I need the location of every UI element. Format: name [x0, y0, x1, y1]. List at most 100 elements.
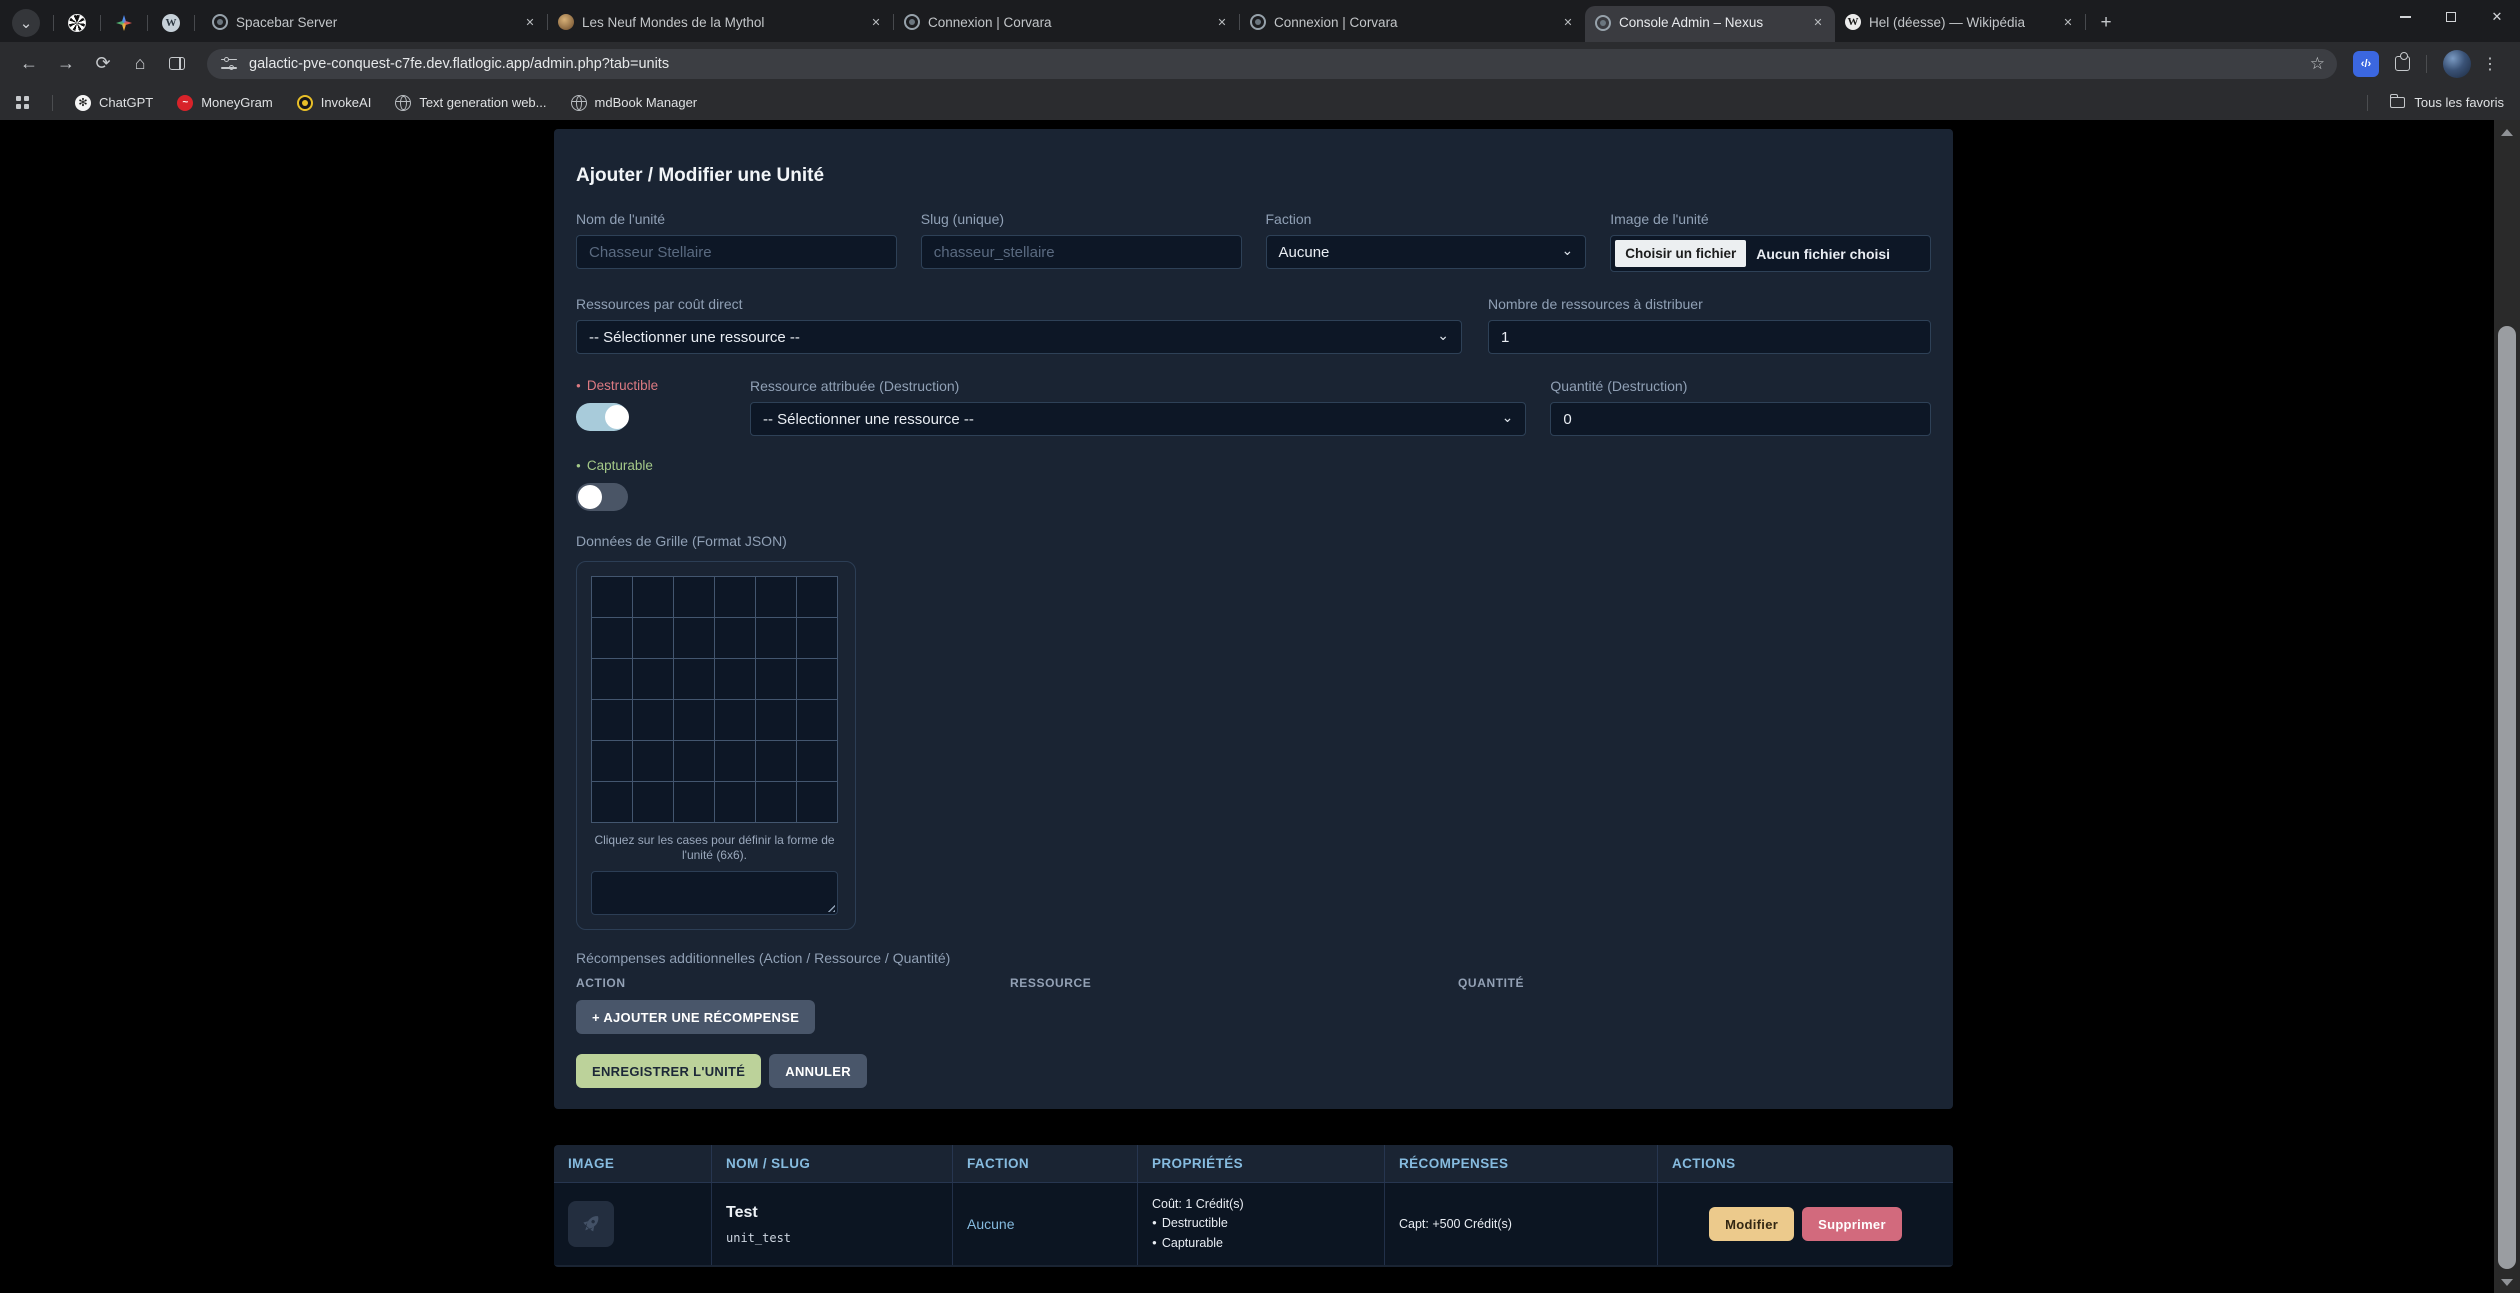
- bookmark-star-icon[interactable]: ☆: [2310, 54, 2325, 74]
- cancel-button[interactable]: ANNULER: [769, 1054, 867, 1088]
- menu-kebab-icon[interactable]: ⋮: [2479, 54, 2501, 74]
- grid-cell[interactable]: [592, 741, 632, 781]
- scroll-down-arrow[interactable]: [2501, 1279, 2513, 1286]
- tab-connexion-corvara-1[interactable]: Connexion | Corvara ✕: [894, 5, 1239, 39]
- file-status-text: Aucun fichier choisi: [1756, 246, 1890, 262]
- destruction-resource-select[interactable]: -- Sélectionner une ressource -- ⌄: [750, 402, 1526, 436]
- close-icon[interactable]: ✕: [1213, 13, 1231, 31]
- grid-cell[interactable]: [674, 782, 714, 822]
- grid-cell[interactable]: [756, 741, 796, 781]
- close-window-button[interactable]: ✕: [2474, 0, 2520, 34]
- tab-search-button[interactable]: ⌄: [12, 9, 40, 37]
- grid-cell[interactable]: [674, 700, 714, 740]
- grid-cell[interactable]: [756, 782, 796, 822]
- grid-cell[interactable]: [715, 700, 755, 740]
- site-settings-icon[interactable]: [221, 58, 237, 70]
- grid-cell[interactable]: [592, 577, 632, 617]
- grid-cell[interactable]: [633, 700, 673, 740]
- grid-cell[interactable]: [756, 659, 796, 699]
- grid-cell[interactable]: [633, 618, 673, 658]
- close-icon[interactable]: ✕: [1559, 13, 1577, 31]
- grid-cell[interactable]: [797, 741, 837, 781]
- vertical-scrollbar[interactable]: [2494, 120, 2520, 1293]
- grid-cell[interactable]: [797, 577, 837, 617]
- grid-cell[interactable]: [797, 618, 837, 658]
- grid-cell[interactable]: [715, 741, 755, 781]
- grid-cell[interactable]: [797, 659, 837, 699]
- add-reward-button[interactable]: + AJOUTER UNE RÉCOMPENSE: [576, 1000, 815, 1034]
- resource-count-input[interactable]: [1488, 320, 1931, 354]
- bookmark-invokeai[interactable]: InvokeAI: [297, 95, 372, 111]
- new-tab-button[interactable]: +: [2092, 9, 2120, 37]
- extensions-puzzle-icon[interactable]: [2395, 56, 2410, 71]
- side-panel-button[interactable]: [162, 49, 192, 79]
- grid-json-textarea[interactable]: [591, 871, 838, 915]
- pinned-tab-gemini[interactable]: [108, 7, 140, 39]
- grid-cell[interactable]: [592, 700, 632, 740]
- grid-cell[interactable]: [592, 618, 632, 658]
- address-bar[interactable]: galactic-pve-conquest-c7fe.dev.flatlogic…: [207, 49, 2337, 79]
- grid-cell[interactable]: [592, 782, 632, 822]
- grid-cell[interactable]: [715, 618, 755, 658]
- bookmark-chatgpt[interactable]: ✻ ChatGPT: [75, 95, 153, 111]
- tab-console-admin-nexus-active[interactable]: Console Admin – Nexus ✕: [1585, 6, 1835, 42]
- close-icon[interactable]: ✕: [2059, 13, 2077, 31]
- grid-cell[interactable]: [756, 577, 796, 617]
- delete-button[interactable]: Supprimer: [1802, 1207, 1902, 1241]
- unit-name-input[interactable]: [576, 235, 897, 269]
- grid-cell[interactable]: [633, 782, 673, 822]
- forward-button[interactable]: →: [51, 49, 81, 79]
- unit-image-file-input[interactable]: Choisir un fichier Aucun fichier choisi: [1610, 235, 1931, 272]
- apps-grid-icon[interactable]: [16, 96, 30, 110]
- bookmark-moneygram[interactable]: ~ MoneyGram: [177, 95, 273, 111]
- resource-direct-select[interactable]: -- Sélectionner une ressource -- ⌄: [576, 320, 1462, 354]
- grid-cell[interactable]: [592, 659, 632, 699]
- scrollbar-thumb[interactable]: [2498, 326, 2516, 1269]
- tab-connexion-corvara-2[interactable]: Connexion | Corvara ✕: [1240, 5, 1585, 39]
- grid-cell[interactable]: [797, 782, 837, 822]
- maximize-button[interactable]: [2428, 0, 2474, 34]
- back-button[interactable]: ←: [14, 49, 44, 79]
- save-unit-button[interactable]: ENREGISTRER L'UNITÉ: [576, 1054, 761, 1088]
- grid-cell[interactable]: [674, 618, 714, 658]
- bookmark-text-generation[interactable]: Text generation web...: [395, 95, 546, 111]
- home-button[interactable]: ⌂: [125, 49, 155, 79]
- tab-hel-wikipedia[interactable]: W Hel (déesse) — Wikipédia ✕: [1835, 5, 2085, 39]
- close-icon[interactable]: ✕: [867, 13, 885, 31]
- tab-neuf-mondes[interactable]: Les Neuf Mondes de la Mythol ✕: [548, 5, 893, 39]
- unit-rewards: Capt: +500 Crédit(s): [1399, 1217, 1643, 1231]
- all-bookmarks[interactable]: Tous les favoris: [2357, 95, 2504, 111]
- faction-select[interactable]: Aucune ⌄: [1266, 235, 1587, 269]
- grid-cell[interactable]: [674, 577, 714, 617]
- grid-cell[interactable]: [633, 741, 673, 781]
- scroll-up-arrow[interactable]: [2501, 129, 2513, 136]
- tab-spacebar-server[interactable]: Spacebar Server ✕: [202, 5, 547, 39]
- reload-button[interactable]: ⟳: [88, 49, 118, 79]
- grid-cell[interactable]: [633, 659, 673, 699]
- pinned-tab-identicon[interactable]: [61, 7, 93, 39]
- globe-favicon: [212, 14, 228, 30]
- grid-cell[interactable]: [633, 577, 673, 617]
- grid-cell[interactable]: [674, 741, 714, 781]
- grid-cell[interactable]: [674, 659, 714, 699]
- destruction-qty-input[interactable]: [1550, 402, 1931, 436]
- minimize-button[interactable]: [2382, 0, 2428, 34]
- dev-extension-icon[interactable]: ‹/›: [2353, 51, 2379, 77]
- pinned-tab-wordpress[interactable]: W: [155, 7, 187, 39]
- slug-input[interactable]: [921, 235, 1242, 269]
- grid-cell[interactable]: [797, 700, 837, 740]
- url-text[interactable]: galactic-pve-conquest-c7fe.dev.flatlogic…: [249, 56, 669, 72]
- profile-avatar[interactable]: [2443, 50, 2471, 78]
- grid-cell[interactable]: [715, 577, 755, 617]
- modify-button[interactable]: Modifier: [1709, 1207, 1794, 1241]
- grid-cell[interactable]: [715, 659, 755, 699]
- close-icon[interactable]: ✕: [521, 13, 539, 31]
- bookmark-mdbook-manager[interactable]: mdBook Manager: [571, 95, 698, 111]
- choose-file-button[interactable]: Choisir un fichier: [1615, 240, 1746, 267]
- close-icon[interactable]: ✕: [1809, 14, 1827, 32]
- grid-cell[interactable]: [756, 700, 796, 740]
- capturable-toggle[interactable]: [576, 483, 628, 511]
- grid-cell[interactable]: [756, 618, 796, 658]
- destructible-toggle[interactable]: [576, 403, 628, 431]
- grid-cell[interactable]: [715, 782, 755, 822]
